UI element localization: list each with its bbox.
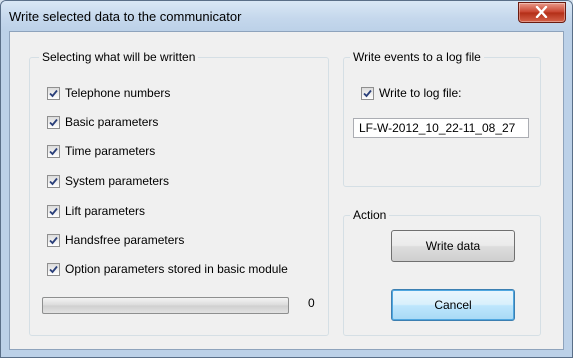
checkbox-label: System parameters	[65, 174, 170, 188]
checkmark-icon	[49, 177, 58, 185]
checkmark-icon	[49, 265, 58, 273]
checkbox-system-parameters[interactable]: System parameters	[47, 173, 169, 189]
checkbox-label: Handsfree parameters	[65, 233, 185, 247]
checkmark-icon	[49, 147, 58, 155]
checkbox-box[interactable]	[47, 174, 60, 188]
checkbox-basic-parameters[interactable]: Basic parameters	[47, 114, 158, 130]
checkbox-box[interactable]	[47, 204, 60, 218]
checkmark-icon	[49, 207, 58, 215]
checkbox-box[interactable]	[47, 115, 60, 129]
checkbox-box[interactable]	[47, 262, 60, 276]
write-data-button[interactable]: Write data	[391, 230, 515, 262]
close-button[interactable]	[518, 2, 566, 23]
checkbox-label: Time parameters	[65, 144, 156, 158]
log-group-label: Write events to a log file	[350, 50, 484, 64]
log-filename-field[interactable]: LF-W-2012_10_22-11_08_27	[353, 118, 529, 138]
checkbox-label: Basic parameters	[65, 115, 159, 129]
cancel-button[interactable]: Cancel	[391, 289, 515, 321]
checkbox-option-parameters[interactable]: Option parameters stored in basic module	[47, 261, 288, 277]
checkbox-box[interactable]	[47, 233, 60, 247]
checkbox-box[interactable]	[361, 86, 374, 100]
dialog-window: Write selected data to the communicator …	[0, 0, 573, 358]
checkbox-box[interactable]	[47, 144, 60, 158]
title-bar[interactable]: Write selected data to the communicator	[1, 1, 572, 31]
selection-group-label: Selecting what will be written	[39, 50, 199, 64]
checkmark-icon	[49, 89, 58, 97]
progress-value: 0	[308, 296, 315, 310]
checkbox-time-parameters[interactable]: Time parameters	[47, 143, 155, 159]
close-icon	[535, 6, 548, 18]
progress-bar	[42, 297, 289, 314]
checkbox-handsfree-parameters[interactable]: Handsfree parameters	[47, 232, 184, 248]
checkbox-label: Option parameters stored in basic module	[65, 262, 288, 276]
checkmark-icon	[49, 236, 58, 244]
checkmark-icon	[49, 118, 58, 126]
checkbox-lift-parameters[interactable]: Lift parameters	[47, 203, 145, 219]
checkbox-write-to-log[interactable]: Write to log file:	[361, 85, 461, 101]
checkbox-label: Lift parameters	[65, 204, 146, 218]
checkbox-label: Write to log file:	[379, 86, 462, 100]
checkmark-icon	[363, 89, 372, 97]
checkbox-box[interactable]	[47, 86, 60, 100]
checkbox-telephone-numbers[interactable]: Telephone numbers	[47, 85, 170, 101]
action-group-label: Action	[350, 208, 390, 222]
window-title: Write selected data to the communicator	[9, 9, 242, 24]
dialog-client-area: Selecting what will be written Telephone…	[9, 31, 564, 350]
checkbox-label: Telephone numbers	[65, 86, 171, 100]
